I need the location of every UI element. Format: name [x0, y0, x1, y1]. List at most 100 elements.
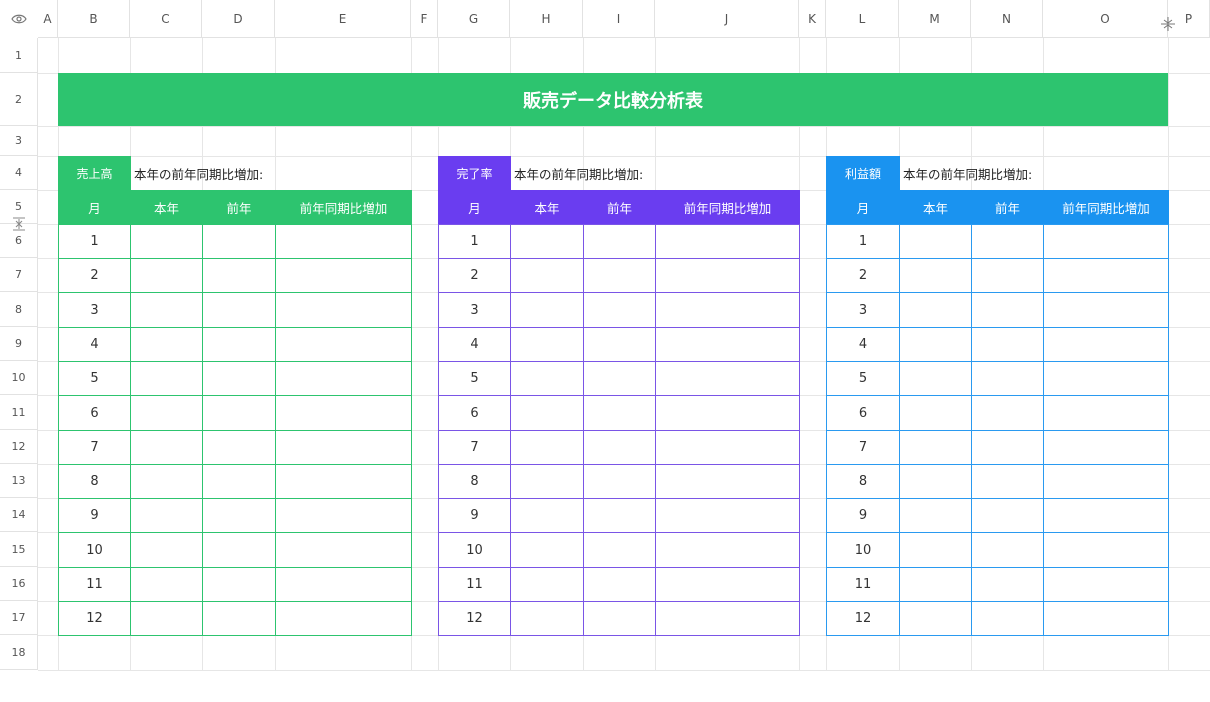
month-cell[interactable]: 3 — [826, 292, 900, 328]
column-header-g[interactable]: G — [438, 0, 510, 38]
row-header-3[interactable]: 3 — [0, 126, 38, 156]
data-cell[interactable] — [275, 464, 412, 499]
data-cell[interactable] — [275, 224, 412, 259]
data-cell[interactable] — [971, 224, 1044, 259]
data-cell[interactable] — [1043, 224, 1169, 259]
data-cell[interactable] — [130, 498, 203, 533]
data-cell[interactable] — [202, 224, 276, 259]
data-cell[interactable] — [899, 498, 972, 533]
data-cell[interactable] — [1043, 361, 1169, 396]
data-cell[interactable] — [202, 532, 276, 568]
data-cell[interactable] — [971, 464, 1044, 499]
column-header-j[interactable]: J — [655, 0, 799, 38]
data-cell[interactable] — [510, 224, 584, 259]
month-cell[interactable]: 1 — [438, 224, 511, 259]
data-cell[interactable] — [510, 258, 584, 293]
data-cell[interactable] — [275, 567, 412, 602]
sheet-title[interactable]: 販売データ比較分析表 — [58, 73, 1168, 126]
data-cell[interactable] — [1043, 567, 1169, 602]
column-title[interactable]: 月 — [58, 190, 131, 225]
table-note-completion[interactable]: 本年の前年同期比増加: — [510, 156, 800, 191]
data-cell[interactable] — [971, 258, 1044, 293]
month-cell[interactable]: 12 — [438, 601, 511, 636]
data-cell[interactable] — [1043, 464, 1169, 499]
data-cell[interactable] — [899, 532, 972, 568]
data-cell[interactable] — [510, 361, 584, 396]
data-cell[interactable] — [202, 601, 276, 636]
data-cell[interactable] — [583, 498, 656, 533]
table-note-profit[interactable]: 本年の前年同期比増加: — [899, 156, 1169, 191]
data-cell[interactable] — [583, 327, 656, 362]
data-cell[interactable] — [275, 498, 412, 533]
data-cell[interactable] — [655, 498, 800, 533]
data-cell[interactable] — [1043, 292, 1169, 328]
data-cell[interactable] — [275, 395, 412, 431]
row-freeze-icon[interactable] — [11, 216, 27, 231]
data-cell[interactable] — [971, 395, 1044, 431]
data-cell[interactable] — [583, 361, 656, 396]
data-cell[interactable] — [275, 292, 412, 328]
data-cell[interactable] — [202, 567, 276, 602]
month-cell[interactable]: 6 — [826, 395, 900, 431]
month-cell[interactable]: 7 — [58, 430, 131, 465]
data-cell[interactable] — [971, 430, 1044, 465]
column-title[interactable]: 前年同期比増加 — [1043, 190, 1169, 225]
data-cell[interactable] — [1043, 327, 1169, 362]
data-cell[interactable] — [510, 601, 584, 636]
column-header-c[interactable]: C — [130, 0, 202, 38]
data-cell[interactable] — [130, 567, 203, 602]
data-cell[interactable] — [130, 292, 203, 328]
data-cell[interactable] — [1043, 498, 1169, 533]
data-cell[interactable] — [899, 258, 972, 293]
data-cell[interactable] — [202, 464, 276, 499]
data-cell[interactable] — [583, 224, 656, 259]
column-title[interactable]: 本年 — [130, 190, 203, 225]
column-title[interactable]: 月 — [826, 190, 900, 225]
column-title[interactable]: 本年 — [899, 190, 972, 225]
data-cell[interactable] — [655, 601, 800, 636]
month-cell[interactable]: 10 — [826, 532, 900, 568]
data-cell[interactable] — [655, 567, 800, 602]
data-cell[interactable] — [583, 601, 656, 636]
row-header-11[interactable]: 11 — [0, 395, 38, 430]
data-cell[interactable] — [1043, 601, 1169, 636]
spreadsheet-grid[interactable]: ABCDEFGHIJKLMNOP 1 2 3 4 5 6 7 8 9 10 11 12 13 14 15 16… — [0, 0, 1210, 671]
month-cell[interactable]: 1 — [826, 224, 900, 259]
data-cell[interactable] — [130, 430, 203, 465]
month-cell[interactable]: 3 — [58, 292, 131, 328]
data-cell[interactable] — [202, 498, 276, 533]
row-header-15[interactable]: 15 — [0, 532, 38, 567]
data-cell[interactable] — [130, 464, 203, 499]
column-header-o[interactable]: O — [1043, 0, 1168, 38]
data-cell[interactable] — [971, 327, 1044, 362]
data-cell[interactable] — [971, 292, 1044, 328]
data-cell[interactable] — [275, 258, 412, 293]
month-cell[interactable]: 7 — [826, 430, 900, 465]
data-cell[interactable] — [130, 395, 203, 431]
data-cell[interactable] — [655, 430, 800, 465]
data-cell[interactable] — [275, 430, 412, 465]
data-cell[interactable] — [275, 532, 412, 568]
data-cell[interactable] — [130, 224, 203, 259]
column-title[interactable]: 前年 — [971, 190, 1044, 225]
month-cell[interactable]: 11 — [438, 567, 511, 602]
data-cell[interactable] — [971, 601, 1044, 636]
data-cell[interactable] — [655, 361, 800, 396]
data-cell[interactable] — [510, 498, 584, 533]
data-cell[interactable] — [899, 224, 972, 259]
column-header-i[interactable]: I — [583, 0, 655, 38]
data-cell[interactable] — [275, 601, 412, 636]
month-cell[interactable]: 5 — [438, 361, 511, 396]
data-cell[interactable] — [510, 464, 584, 499]
data-cell[interactable] — [1043, 395, 1169, 431]
data-cell[interactable] — [655, 224, 800, 259]
column-title[interactable]: 前年同期比増加 — [275, 190, 412, 225]
data-cell[interactable] — [583, 292, 656, 328]
row-header-17[interactable]: 17 — [0, 601, 38, 635]
data-cell[interactable] — [202, 361, 276, 396]
row-header-7[interactable]: 7 — [0, 258, 38, 292]
data-cell[interactable] — [130, 258, 203, 293]
data-cell[interactable] — [899, 395, 972, 431]
month-cell[interactable]: 5 — [58, 361, 131, 396]
data-cell[interactable] — [655, 258, 800, 293]
